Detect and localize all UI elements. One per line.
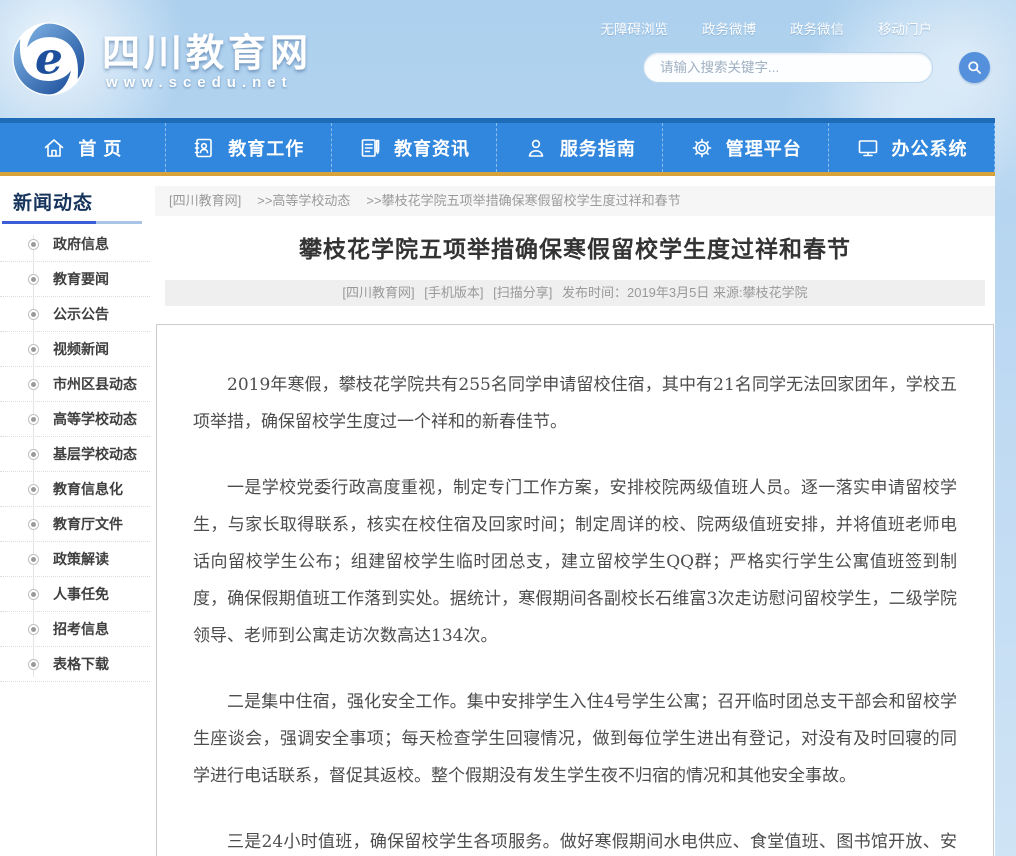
sidebar-item-personnel-appointments[interactable]: 人事任免 <box>0 577 150 612</box>
sidebar-list: 政府信息 教育要闻 公示公告 视频新闻 市州区县动态 高等学校动态 基层学校动态… <box>0 227 150 682</box>
article-body: 2019年寒假，攀枝花学院共有255名同学申请留校住宿，其中有21名同学无法回家… <box>156 324 994 856</box>
person-icon <box>524 136 548 160</box>
news-document-icon <box>358 136 382 160</box>
nav-item-service-guide[interactable]: 服务指南 <box>497 123 663 172</box>
bullet-icon <box>28 239 39 250</box>
nav-item-label: 服务指南 <box>560 135 636 161</box>
sidebar-title: 新闻动态 <box>0 188 150 215</box>
header-utility-links: 无障碍浏览 政务微博 政务微信 移动门户 <box>601 18 933 38</box>
bullet-icon <box>28 274 39 285</box>
page: e 四川教育网 www.scedu.net 无障碍浏览 政务微博 政务微信 移动… <box>0 0 1016 856</box>
link-mobile-portal[interactable]: 移动门户 <box>878 18 932 38</box>
nav-item-management-platform[interactable]: 管理平台 <box>663 123 829 172</box>
sidebar-item-form-downloads[interactable]: 表格下载 <box>0 647 150 682</box>
sidebar-item-policy-interpretation[interactable]: 政策解读 <box>0 542 150 577</box>
article-paragraph: 2019年寒假，攀枝花学院共有255名同学申请留校住宿，其中有21名同学无法回家… <box>193 367 957 441</box>
article-title: 攀枝花学院五项举措确保寒假留校学生度过祥和春节 <box>155 232 995 266</box>
nav-item-label: 管理平台 <box>726 135 802 161</box>
search-button[interactable] <box>959 52 990 83</box>
sidebar-item-education-highlights[interactable]: 教育要闻 <box>0 262 150 297</box>
article-paragraph: 一是学校党委行政高度重视，制定专门工作方案，安排校院两级值班人员。逐一落实申请留… <box>193 470 957 655</box>
search-input[interactable] <box>644 60 932 75</box>
nav-item-label: 教育工作 <box>228 135 304 161</box>
sidebar-item-grassroots-school-news[interactable]: 基层学校动态 <box>0 437 150 472</box>
article-paragraph: 二是集中住宿，强化安全工作。集中安排学生入住4号学生公寓；召开临时团总支干部会和… <box>193 684 957 795</box>
nav-item-label: 首 页 <box>78 135 122 161</box>
bullet-icon <box>28 484 39 495</box>
nav-item-education-work[interactable]: 教育工作 <box>166 123 332 172</box>
breadcrumb-current: >>攀枝花学院五项举措确保寒假留校学生度过祥和春节 <box>366 193 680 208</box>
breadcrumb: [四川教育网] >>高等学校动态 >>攀枝花学院五项举措确保寒假留校学生度过祥和春节 <box>155 186 995 216</box>
nav-item-label: 办公系统 <box>892 135 968 161</box>
site-logo-icon[interactable]: e <box>10 20 88 98</box>
sidebar-item-gov-info[interactable]: 政府信息 <box>0 227 150 262</box>
site-name[interactable]: 四川教育网 <box>102 22 312 77</box>
bullet-icon <box>28 659 39 670</box>
nav-item-education-news[interactable]: 教育资讯 <box>332 123 498 172</box>
link-accessibility[interactable]: 无障碍浏览 <box>601 18 669 38</box>
sidebar-item-public-notices[interactable]: 公示公告 <box>0 297 150 332</box>
meta-site-link[interactable]: [四川教育网] <box>342 285 414 300</box>
sidebar-item-education-informatization[interactable]: 教育信息化 <box>0 472 150 507</box>
search-icon <box>965 58 984 77</box>
article-meta-bar: [四川教育网] [手机版本] [扫描分享] 发布时间：2019年3月5日 来源:… <box>165 280 985 306</box>
bullet-icon <box>28 554 39 565</box>
nav-item-label: 教育资讯 <box>394 135 470 161</box>
search-box <box>643 52 933 83</box>
nav-item-office-system[interactable]: 办公系统 <box>829 123 995 172</box>
meta-publish-info: 发布时间：2019年3月5日 来源:攀枝花学院 <box>562 285 808 300</box>
sidebar-item-department-documents[interactable]: 教育厅文件 <box>0 507 150 542</box>
bullet-icon <box>28 449 39 460</box>
bullet-icon <box>28 379 39 390</box>
article-paragraph: 三是24小时值班，确保留校学生各项服务。做好寒假期间水电供应、食堂值班、图书馆开… <box>193 824 957 856</box>
sidebar-item-higher-education-news[interactable]: 高等学校动态 <box>0 402 150 437</box>
meta-scan-share-link[interactable]: [扫描分享] <box>493 285 552 300</box>
gear-icon <box>690 136 714 160</box>
site-header: e 四川教育网 www.scedu.net 无障碍浏览 政务微博 政务微信 移动… <box>0 0 1016 118</box>
breadcrumb-home[interactable]: [四川教育网] <box>169 193 241 208</box>
article-column: [四川教育网] >>高等学校动态 >>攀枝花学院五项举措确保寒假留校学生度过祥和春节… <box>155 186 995 856</box>
nav-item-home[interactable]: 首 页 <box>0 123 166 172</box>
bullet-icon <box>28 309 39 320</box>
breadcrumb-section[interactable]: >>高等学校动态 <box>257 193 350 208</box>
main-nav: 首 页 教育工作 教育资讯 服务指南 <box>0 118 995 176</box>
sidebar-news: 新闻动态 政府信息 教育要闻 公示公告 视频新闻 市州区县动态 高等学校动态 基… <box>0 188 150 682</box>
bullet-icon <box>28 344 39 355</box>
meta-mobile-version-link[interactable]: [手机版本] <box>424 285 483 300</box>
sidebar-title-underline <box>2 221 142 224</box>
sidebar-item-city-county-news[interactable]: 市州区县动态 <box>0 367 150 402</box>
bullet-icon <box>28 519 39 530</box>
sidebar-item-recruitment-info[interactable]: 招考信息 <box>0 612 150 647</box>
bullet-icon <box>28 589 39 600</box>
link-gov-wechat[interactable]: 政务微信 <box>790 18 844 38</box>
monitor-icon <box>856 136 880 160</box>
home-icon <box>42 136 66 160</box>
site-url: www.scedu.net <box>106 74 293 91</box>
svg-text:e: e <box>35 34 63 85</box>
sidebar-item-video-news[interactable]: 视频新闻 <box>0 332 150 367</box>
content-area: 新闻动态 政府信息 教育要闻 公示公告 视频新闻 市州区县动态 高等学校动态 基… <box>0 176 995 856</box>
bullet-icon <box>28 624 39 635</box>
link-gov-weibo[interactable]: 政务微博 <box>702 18 756 38</box>
bullet-icon <box>28 414 39 425</box>
address-book-icon <box>192 136 216 160</box>
